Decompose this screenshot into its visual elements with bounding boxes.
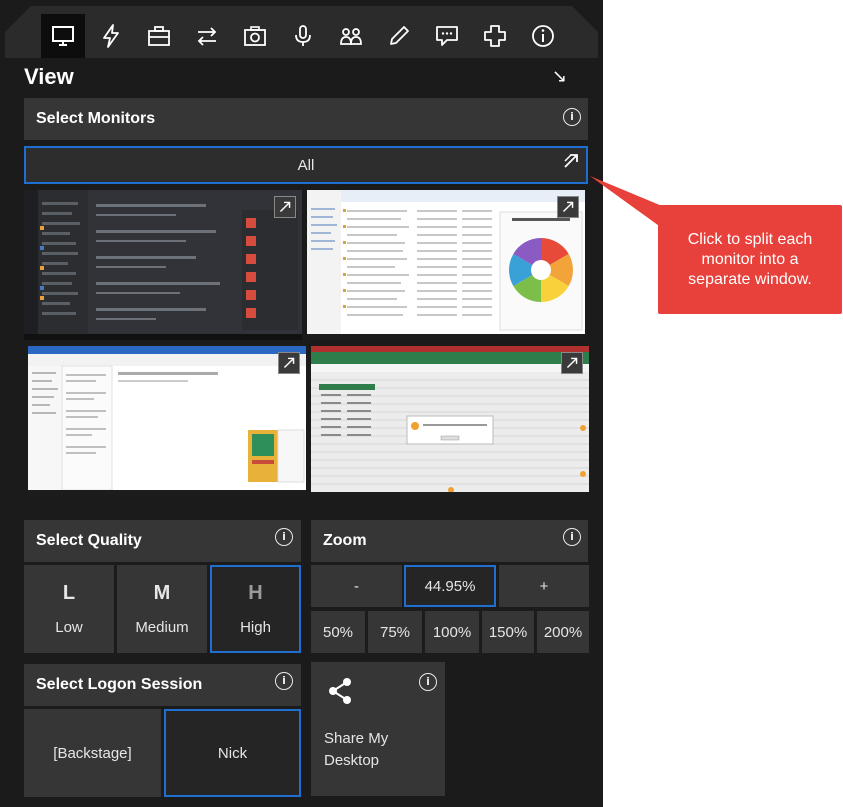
share-label-line-1: Share My xyxy=(324,730,389,747)
session-backstage-label: [Backstage] xyxy=(53,744,132,762)
plus-cross-icon[interactable] xyxy=(473,14,517,58)
callout-annotation: Click to split each monitor into a separ… xyxy=(658,205,842,314)
zoom-preset-label: 50% xyxy=(322,623,354,641)
monitor-1-preview xyxy=(24,190,302,340)
all-monitors-button[interactable]: All xyxy=(24,146,588,184)
share-label-line-2: Desktop xyxy=(324,752,380,769)
monitor-thumbnail-2[interactable] xyxy=(307,190,585,340)
info-icon[interactable]: i xyxy=(563,108,581,126)
expand-monitor-2-button[interactable] xyxy=(557,196,579,218)
camera-icon[interactable] xyxy=(233,14,277,58)
monitor-4-preview xyxy=(311,346,589,496)
share-my-desktop-label: Share My Desktop xyxy=(324,728,388,772)
select-quality-title: Select Quality xyxy=(36,532,142,549)
briefcase-icon[interactable] xyxy=(137,14,181,58)
quality-medium-letter: M xyxy=(153,582,171,604)
quality-high-button[interactable]: H High xyxy=(210,565,301,653)
callout-pointer xyxy=(590,176,662,228)
session-nick-button[interactable]: Nick xyxy=(164,709,301,797)
expand-monitor-3-button[interactable] xyxy=(278,352,300,374)
zoom-preset-100[interactable]: 100% xyxy=(425,611,479,653)
quality-low-label: Low xyxy=(55,619,83,636)
select-logon-session-title: Select Logon Session xyxy=(36,676,203,693)
quality-medium-button[interactable]: M Medium xyxy=(117,565,207,653)
all-monitors-label: All xyxy=(297,156,315,174)
monitor-2-preview xyxy=(307,190,585,340)
zoom-in-button[interactable]: + xyxy=(499,565,589,607)
zoom-in-label: + xyxy=(539,577,549,595)
top-toolbar xyxy=(5,6,598,58)
select-quality-header: Select Quality xyxy=(24,520,301,562)
microphone-icon[interactable] xyxy=(281,14,325,58)
callout-text: Click to split each monitor into a separ… xyxy=(687,230,813,288)
lightning-icon[interactable] xyxy=(89,14,133,58)
monitor-3-preview xyxy=(28,346,306,496)
expand-monitor-4-button[interactable] xyxy=(561,352,583,374)
expand-monitor-1-button[interactable] xyxy=(274,196,296,218)
session-backstage-button[interactable]: [Backstage] xyxy=(24,709,161,797)
zoom-out-button[interactable]: - xyxy=(311,565,402,607)
select-logon-session-header: Select Logon Session xyxy=(24,664,301,706)
monitor-icon[interactable] xyxy=(41,14,85,58)
collapse-arrow-icon[interactable]: ↘ xyxy=(552,66,567,87)
zoom-title: Zoom xyxy=(323,532,367,549)
quality-medium-label: Medium xyxy=(135,619,189,636)
transfer-arrows-icon[interactable] xyxy=(185,14,229,58)
zoom-value-field[interactable]: 44.95% xyxy=(404,565,496,607)
monitor-thumbnail-4[interactable] xyxy=(311,346,589,496)
info-icon[interactable]: i xyxy=(275,528,293,546)
quality-low-button[interactable]: L Low xyxy=(24,565,114,653)
select-monitors-header: Select Monitors xyxy=(24,98,588,140)
users-icon[interactable] xyxy=(329,14,373,58)
quality-low-letter: L xyxy=(62,582,76,604)
zoom-header: Zoom xyxy=(311,520,588,562)
zoom-preset-label: 150% xyxy=(488,623,528,641)
select-monitors-title: Select Monitors xyxy=(36,110,156,127)
quality-high-label: High xyxy=(240,619,271,636)
quality-high-letter: H xyxy=(248,582,263,604)
info-icon[interactable] xyxy=(521,14,565,58)
session-nick-label: Nick xyxy=(217,744,248,762)
chat-icon[interactable] xyxy=(425,14,469,58)
zoom-preset-200[interactable]: 200% xyxy=(537,611,589,653)
info-icon[interactable]: i xyxy=(275,672,293,690)
view-title: View xyxy=(24,64,74,89)
zoom-preset-50[interactable]: 50% xyxy=(311,611,365,653)
zoom-preset-label: 75% xyxy=(379,623,411,641)
zoom-preset-150[interactable]: 150% xyxy=(482,611,534,653)
zoom-out-label: - xyxy=(354,577,359,595)
info-icon[interactable]: i xyxy=(419,673,437,691)
zoom-preset-label: 100% xyxy=(432,623,472,641)
zoom-value: 44.95% xyxy=(424,577,476,595)
monitor-thumbnail-3[interactable] xyxy=(28,346,306,496)
share-icon xyxy=(329,678,351,704)
info-icon[interactable]: i xyxy=(563,528,581,546)
pencil-icon[interactable] xyxy=(377,14,421,58)
view-panel: View ↘ Select Monitors i All Select Qual… xyxy=(0,0,603,807)
zoom-preset-label: 200% xyxy=(543,623,583,641)
monitor-thumbnail-1[interactable] xyxy=(24,190,302,340)
share-my-desktop-button[interactable]: i Share My Desktop xyxy=(311,662,445,796)
split-windows-icon[interactable] xyxy=(562,152,580,170)
zoom-preset-75[interactable]: 75% xyxy=(368,611,422,653)
